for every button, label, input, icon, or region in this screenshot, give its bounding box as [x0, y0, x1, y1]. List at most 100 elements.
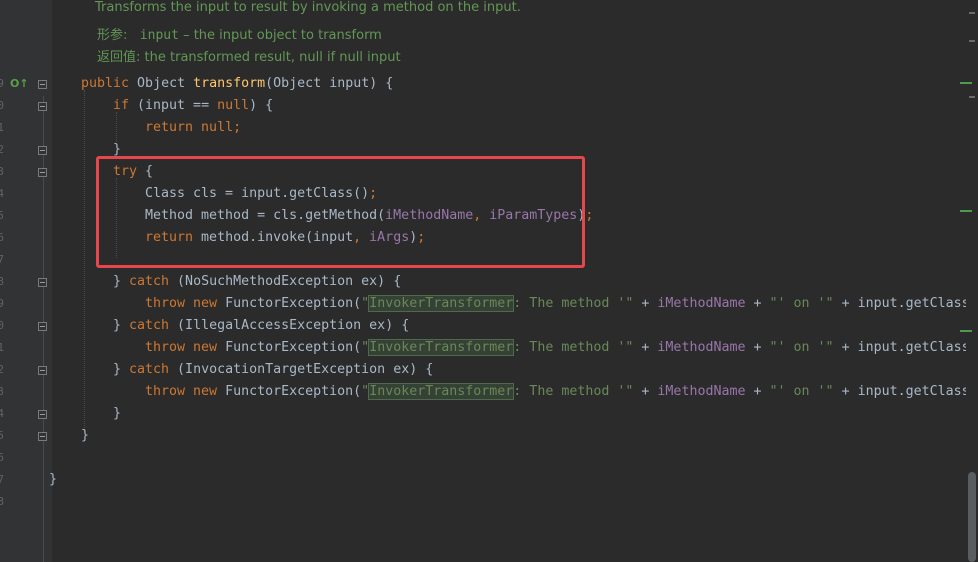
code-line-get-method[interactable]: Method method = cls.getMethod(iMethodNam… [145, 205, 593, 227]
token-text: + [633, 296, 658, 311]
token-field: iMethodName [385, 208, 474, 223]
code-line-close-catch[interactable]: } [113, 403, 121, 425]
code-line-method-signature[interactable]: public Object transform(Object input) { [81, 73, 393, 95]
token-text: + [633, 340, 658, 355]
fold-collapse-icon[interactable] [38, 410, 47, 419]
code-line-invoke[interactable]: return method.invoke(input, iArgs); [145, 227, 425, 249]
line-number: 8 [0, 275, 4, 288]
indent-guide [84, 90, 85, 430]
code-line-if[interactable]: if (input == null) { [113, 95, 273, 117]
line-number: 9 [0, 77, 4, 90]
javadoc-param-name: input [139, 28, 179, 43]
token-text: (InvocationTargetException ex) { [169, 362, 434, 377]
token-keyword: try [113, 164, 138, 179]
token-text: { [137, 164, 154, 179]
javadoc-summary: Transforms the input to result by invoki… [95, 0, 521, 15]
fold-collapse-icon[interactable] [38, 278, 47, 287]
line-number-gutter: 9 0 1 2 3 4 5 6 7 8 9 0 1 2 3 4 5 6 7 8 … [0, 0, 52, 562]
token-keyword: return [145, 120, 194, 135]
token-text: } [113, 406, 122, 421]
code-line-catch[interactable]: } catch (InvocationTargetException ex) { [113, 359, 433, 381]
token-text: FunctorException( [217, 340, 362, 355]
token-text: + input.getClass( [833, 384, 978, 399]
token-text: FunctorException( [217, 296, 362, 311]
token-keyword: throw new [145, 296, 218, 311]
line-number: 9 [0, 297, 4, 310]
override-method-icon[interactable]: O↑ [10, 77, 29, 90]
token-semicolon: ; [369, 186, 378, 201]
token-text: + [745, 384, 770, 399]
token-keyword: null [193, 120, 234, 135]
vertical-scrollbar[interactable] [960, 0, 978, 562]
fold-collapse-icon[interactable] [38, 80, 47, 89]
code-line-try[interactable]: try { [113, 161, 153, 183]
token-text: FunctorException( [217, 384, 362, 399]
token-method-name: transform [193, 76, 266, 91]
line-number: 0 [0, 99, 4, 112]
token-text: (Object input) { [265, 76, 394, 91]
javadoc-params-label: 形参: [97, 28, 128, 43]
token-field: iMethodName [657, 384, 746, 399]
scroll-marker [969, 12, 975, 14]
token-keyword: return [145, 230, 194, 245]
token-string-highlighted: InvokerTransformer [368, 295, 515, 312]
token-semicolon: ; [417, 230, 426, 245]
line-number: 0 [0, 319, 4, 332]
fold-collapse-icon[interactable] [38, 432, 47, 441]
javadoc-returns-label: 返回值: [97, 50, 141, 65]
code-line-close-if[interactable]: } [113, 139, 121, 161]
token-field: iArgs [369, 230, 410, 245]
token-keyword: throw new [145, 384, 218, 399]
token-keyword: public [81, 76, 130, 91]
code-line-close-method[interactable]: } [81, 425, 89, 447]
token-text: ) { [249, 98, 274, 113]
token-text: Object [129, 76, 194, 91]
token-text: } [113, 362, 130, 377]
javadoc-returns-desc: the transformed result, null if null inp… [144, 50, 401, 65]
token-text: Class cls = input.getClass() [145, 186, 370, 201]
scroll-marker [960, 210, 972, 212]
code-line-return-null[interactable]: return null; [145, 117, 241, 139]
javadoc-returns: 返回值: the transformed result, null if nul… [97, 46, 401, 65]
token-text: } [113, 318, 130, 333]
token-string: " [361, 384, 370, 399]
scroll-marker [960, 330, 972, 332]
token-field: iParamTypes [489, 208, 578, 223]
line-number: 2 [0, 363, 4, 376]
scrollbar-thumb[interactable] [968, 472, 976, 562]
token-text: } [81, 428, 90, 443]
token-semicolon: ; [233, 120, 242, 135]
line-number: 5 [0, 429, 4, 442]
code-line-catch[interactable]: } catch (NoSuchMethodException ex) { [113, 271, 401, 293]
code-line-catch[interactable]: } catch (IllegalAccessException ex) { [113, 315, 409, 337]
token-string: "' on '" [769, 340, 834, 355]
scroll-marker [969, 96, 975, 98]
token-semicolon: ; [585, 208, 594, 223]
token-text: } [113, 274, 130, 289]
line-number: 8 [0, 495, 4, 508]
token-string: : The method '" [513, 296, 634, 311]
fold-collapse-icon[interactable] [38, 322, 47, 331]
javadoc-param-desc: – the input object to transform [178, 28, 382, 43]
line-number: 6 [0, 231, 4, 244]
fold-collapse-icon[interactable] [38, 168, 47, 177]
fold-collapse-icon[interactable] [38, 146, 47, 155]
javadoc-params: 形参: input – the input object to transfor… [97, 24, 382, 43]
token-text: (NoSuchMethodException ex) { [169, 274, 402, 289]
token-string: " [361, 296, 370, 311]
token-text: (IllegalAccessException ex) { [169, 318, 410, 333]
token-keyword: if [113, 98, 130, 113]
code-line-throw[interactable]: throw new FunctorException("InvokerTrans… [145, 381, 978, 403]
code-line-throw[interactable]: throw new FunctorException("InvokerTrans… [145, 293, 978, 315]
code-line-get-class[interactable]: Class cls = input.getClass(); [145, 183, 377, 205]
token-comma: , [473, 208, 490, 223]
code-line-throw[interactable]: throw new FunctorException("InvokerTrans… [145, 337, 978, 359]
token-string: "' on '" [769, 296, 834, 311]
token-string: "' on '" [769, 384, 834, 399]
token-text: } [49, 472, 58, 487]
code-line-close-class[interactable]: } [49, 469, 57, 491]
fold-collapse-icon[interactable] [38, 102, 47, 111]
line-number: 5 [0, 209, 4, 222]
line-number: 1 [0, 341, 4, 354]
fold-collapse-icon[interactable] [38, 366, 47, 375]
